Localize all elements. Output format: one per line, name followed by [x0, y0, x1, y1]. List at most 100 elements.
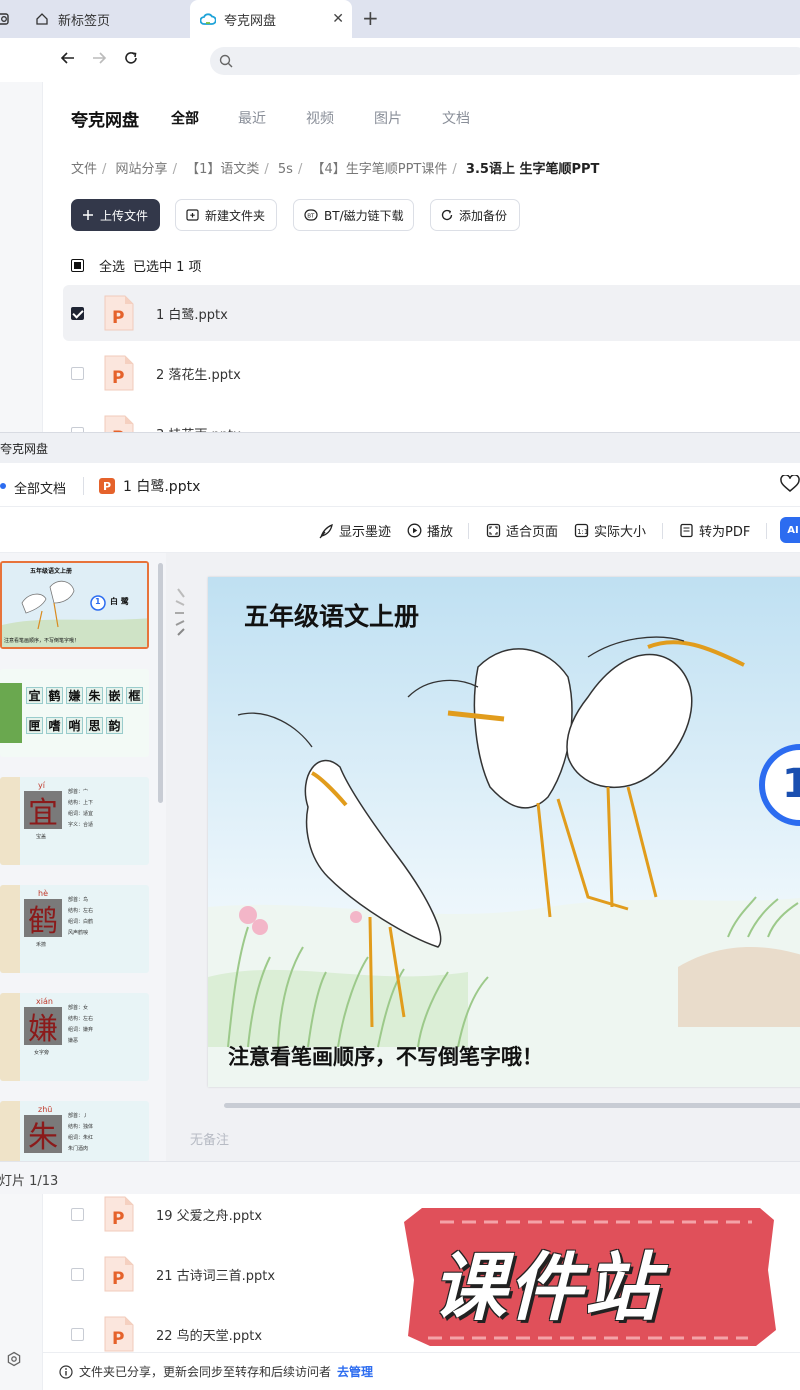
current-file: P 1 白鹭.pptx [99, 476, 200, 496]
file-row[interactable]: P 2 落花生.pptx [63, 345, 800, 401]
play-button[interactable]: 播放 [407, 521, 453, 540]
show-ink-button[interactable]: 显示墨迹 [318, 521, 391, 540]
breadcrumb-item[interactable]: 【4】生字笔顺PPT课件 [311, 162, 447, 177]
thumbnail-pane: 五年级语文上册 1 白 鹭 注意看笔画顺序，不写倒笔字哦！ 宜 鹤 嫌 朱 嵌 … [0, 553, 166, 1161]
tab-new-tab[interactable]: 新标签页 [24, 0, 184, 38]
tab-strip: 新标签页 夸克网盘 ✕ + [0, 0, 800, 38]
folder-plus-icon [186, 209, 199, 221]
thumb-number: 1 [95, 597, 101, 606]
thumb-side-bar [0, 683, 22, 743]
new-folder-button[interactable]: 新建文件夹 [175, 199, 277, 231]
breadcrumb-item[interactable]: 【1】语文类 [186, 162, 259, 177]
convert-pdf-button[interactable]: 转为PDF [679, 521, 750, 540]
category-all[interactable]: 全部 [171, 108, 199, 128]
new-tab-button[interactable]: + [362, 6, 379, 30]
tab-search-icon [0, 11, 14, 27]
tab-search[interactable] [0, 0, 18, 38]
thumb-chars-row: 宜 鹤 嫌 朱 嵌 框 [26, 687, 143, 704]
current-slide: 1 五年级语文上册 注意看笔画顺序，不写倒笔字哦！ [208, 577, 800, 1087]
file-checkbox[interactable] [71, 366, 84, 380]
thumbnail-scrollbar[interactable] [158, 563, 163, 803]
bt-icon: BT [304, 209, 318, 221]
file-name: 2 落花生.pptx [156, 367, 241, 383]
reload-icon[interactable] [123, 50, 139, 71]
info-icon [59, 1364, 73, 1379]
category-video[interactable]: 视频 [306, 108, 334, 128]
back-icon[interactable] [60, 50, 76, 71]
actual-size-button[interactable]: 1:1 实际大小 [574, 521, 646, 540]
category-docs[interactable]: 文档 [442, 108, 470, 128]
category-recent[interactable]: 最近 [238, 108, 266, 128]
ai-button[interactable]: AI [780, 517, 800, 543]
slide-thumbnail[interactable]: 宜 鹤 嫌 朱 嵌 框 匣 嗜 哨 思 韵 [0, 669, 149, 757]
thumb-title: 五年级语文上册 [30, 568, 73, 575]
divider [468, 523, 469, 539]
file-row[interactable]: P 1 白鹭.pptx [63, 285, 800, 341]
sync-icon [441, 209, 453, 221]
all-docs-dot-icon [0, 483, 6, 489]
viewer-title-bar: 夸克网盘 [0, 433, 800, 463]
tab-quark-drive[interactable]: 夸克网盘 ✕ [190, 0, 352, 38]
select-all-label: 全选 [99, 260, 126, 275]
breadcrumb-item[interactable]: 文件 [71, 162, 97, 177]
play-icon [407, 523, 422, 538]
fit-page-button[interactable]: 适合页面 [486, 521, 558, 540]
manage-link[interactable]: 去管理 [337, 1363, 373, 1380]
all-docs-link[interactable]: 全部文档 [14, 478, 66, 497]
slide-thumbnail[interactable]: zhū 朱 部首：丿 结构：独体 组词：朱红 朱门酒肉 [0, 1101, 149, 1161]
feather-icon [318, 523, 334, 539]
file-checkbox[interactable] [71, 1267, 84, 1281]
svg-text:P: P [112, 368, 124, 388]
egret-illustration [208, 577, 800, 1087]
search-icon [218, 53, 234, 73]
file-name: 19 父爱之舟.pptx [156, 1208, 263, 1224]
pptx-file-icon: P [104, 355, 134, 391]
thumb-caption: 注意看笔画顺序，不写倒笔字哦！ [4, 638, 80, 644]
slide-thumbnail[interactable]: xián 嫌 女字旁 部首：女 结构：左右 组词：嫌弃 嫌恶 [0, 993, 149, 1081]
add-backup-button[interactable]: 添加备份 [430, 199, 520, 231]
file-checkbox[interactable] [71, 306, 84, 320]
slide-thumbnail[interactable]: 五年级语文上册 1 白 鹭 注意看笔画顺序，不写倒笔字哦！ [0, 561, 149, 649]
thumb-chars-row: 匣 嗜 哨 思 韵 [26, 717, 123, 734]
forward-icon[interactable] [91, 50, 107, 71]
thumb-side-bar [0, 1101, 20, 1161]
slide-notes: 无备注 [190, 1133, 230, 1148]
settings-gear-icon[interactable] [6, 1351, 22, 1371]
select-all-row: 全选 已选中 1 项 [71, 256, 202, 275]
share-footer: 文件夹已分享，更新会同步至转存和后续访问者 去管理 [43, 1352, 800, 1390]
pdf-icon [679, 523, 694, 538]
slide-thumbnail[interactable]: hè 鹤 禾捺 部首：鸟 结构：左右 组词：白鹤 风声鹤唳 [0, 885, 149, 973]
select-all-checkbox[interactable] [71, 259, 84, 272]
pptx-file-icon: P [104, 1316, 134, 1352]
file-checkbox[interactable] [71, 1327, 84, 1341]
svg-text:P: P [112, 308, 124, 328]
favorite-heart-icon[interactable] [780, 474, 800, 497]
breadcrumb: 文件 / 网站分享 / 【1】语文类/ 5s / 【4】生字笔顺PPT课件/ 3.5语… [71, 162, 600, 177]
breadcrumb-current: 3.5语上 生字笔顺PPT [465, 162, 600, 177]
close-tab-icon[interactable]: ✕ [332, 11, 344, 27]
selected-count: 已选中 1 项 [133, 260, 202, 275]
pptx-file-icon: P [104, 1196, 134, 1232]
breadcrumb-item[interactable]: 网站分享 [116, 162, 168, 177]
upload-button[interactable]: 上传文件 [71, 199, 160, 231]
tab-label: 新标签页 [58, 13, 111, 29]
slide-thumbnail[interactable]: yí 宜 宝盖 部首：宀 结构：上下 组词：适宜 字义：合适 [0, 777, 149, 865]
file-name: 1 白鹭.pptx [156, 307, 228, 323]
quark-cloud-icon [200, 11, 216, 27]
svg-text:P: P [112, 1209, 124, 1229]
address-bar[interactable] [210, 47, 800, 75]
svg-text:P: P [112, 1329, 124, 1349]
breadcrumb-item[interactable]: 5s [278, 162, 293, 177]
category-image[interactable]: 图片 [374, 108, 402, 128]
slide-horizontal-scrollbar[interactable] [224, 1103, 800, 1108]
pptx-file-icon: P [104, 295, 134, 331]
current-file-name: 1 白鹭.pptx [123, 479, 201, 495]
ppt-viewer-window: 夸克网盘 全部文档 P 1 白鹭.pptx 显示墨迹 播放 适合页面 1:1 实… [0, 432, 800, 1194]
file-name: 22 鸟的天堂.pptx [156, 1328, 263, 1344]
share-notice: 文件夹已分享，更新会同步至转存和后续访问者 [79, 1365, 332, 1379]
file-checkbox[interactable] [71, 1207, 84, 1221]
viewer-toolbar: 显示墨迹 播放 适合页面 1:1 实际大小 转为PDF AI [0, 507, 800, 553]
home-icon [34, 11, 50, 27]
bt-download-button[interactable]: BT BT/磁力链下载 [293, 199, 414, 231]
slide-area: 1 五年级语文上册 注意看笔画顺序，不写倒笔字哦！ 无备注 [166, 553, 800, 1161]
